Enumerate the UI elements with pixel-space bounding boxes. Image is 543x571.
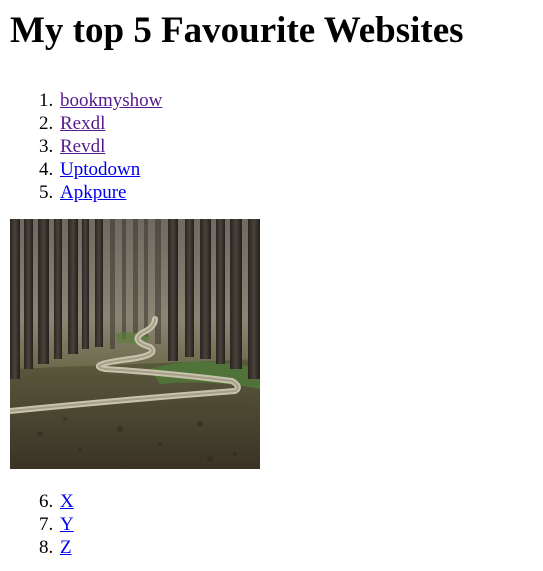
list-item: 5. Apkpure: [10, 181, 543, 204]
link-y[interactable]: Y: [60, 514, 74, 535]
list-item: 2. Rexdl: [10, 112, 543, 135]
list-item: 6. X: [10, 490, 543, 513]
list-item: 4. Uptodown: [10, 158, 543, 181]
link-apkpure[interactable]: Apkpure: [60, 182, 126, 203]
list-number: 1.: [39, 90, 54, 111]
list-number: 3.: [39, 136, 54, 157]
link-z[interactable]: Z: [60, 537, 72, 558]
list-item: 1. bookmyshow: [10, 89, 543, 112]
link-uptodown[interactable]: Uptodown: [60, 159, 140, 180]
list-number: 8.: [39, 537, 54, 558]
link-bookmyshow[interactable]: bookmyshow: [60, 90, 162, 111]
extra-websites-list: 6. X 7. Y 8. Z: [10, 490, 543, 559]
list-item: 3. Revdl: [10, 135, 543, 158]
top-websites-list: 1. bookmyshow 2. Rexdl 3. Revdl 4. Uptod…: [10, 89, 543, 204]
forest-path-photo: [10, 219, 260, 469]
page: My top 5 Favourite Websites 1. bookmysho…: [0, 0, 543, 559]
page-title: My top 5 Favourite Websites: [10, 10, 464, 51]
link-revdl[interactable]: Revdl: [60, 136, 105, 157]
list-number: 7.: [39, 514, 54, 535]
link-x[interactable]: X: [60, 491, 74, 512]
list-number: 2.: [39, 113, 54, 134]
link-rexdl[interactable]: Rexdl: [60, 113, 105, 134]
list-item: 7. Y: [10, 513, 543, 536]
list-number: 5.: [39, 182, 54, 203]
list-item: 8. Z: [10, 536, 543, 559]
list-number: 6.: [39, 491, 54, 512]
list-number: 4.: [39, 159, 54, 180]
